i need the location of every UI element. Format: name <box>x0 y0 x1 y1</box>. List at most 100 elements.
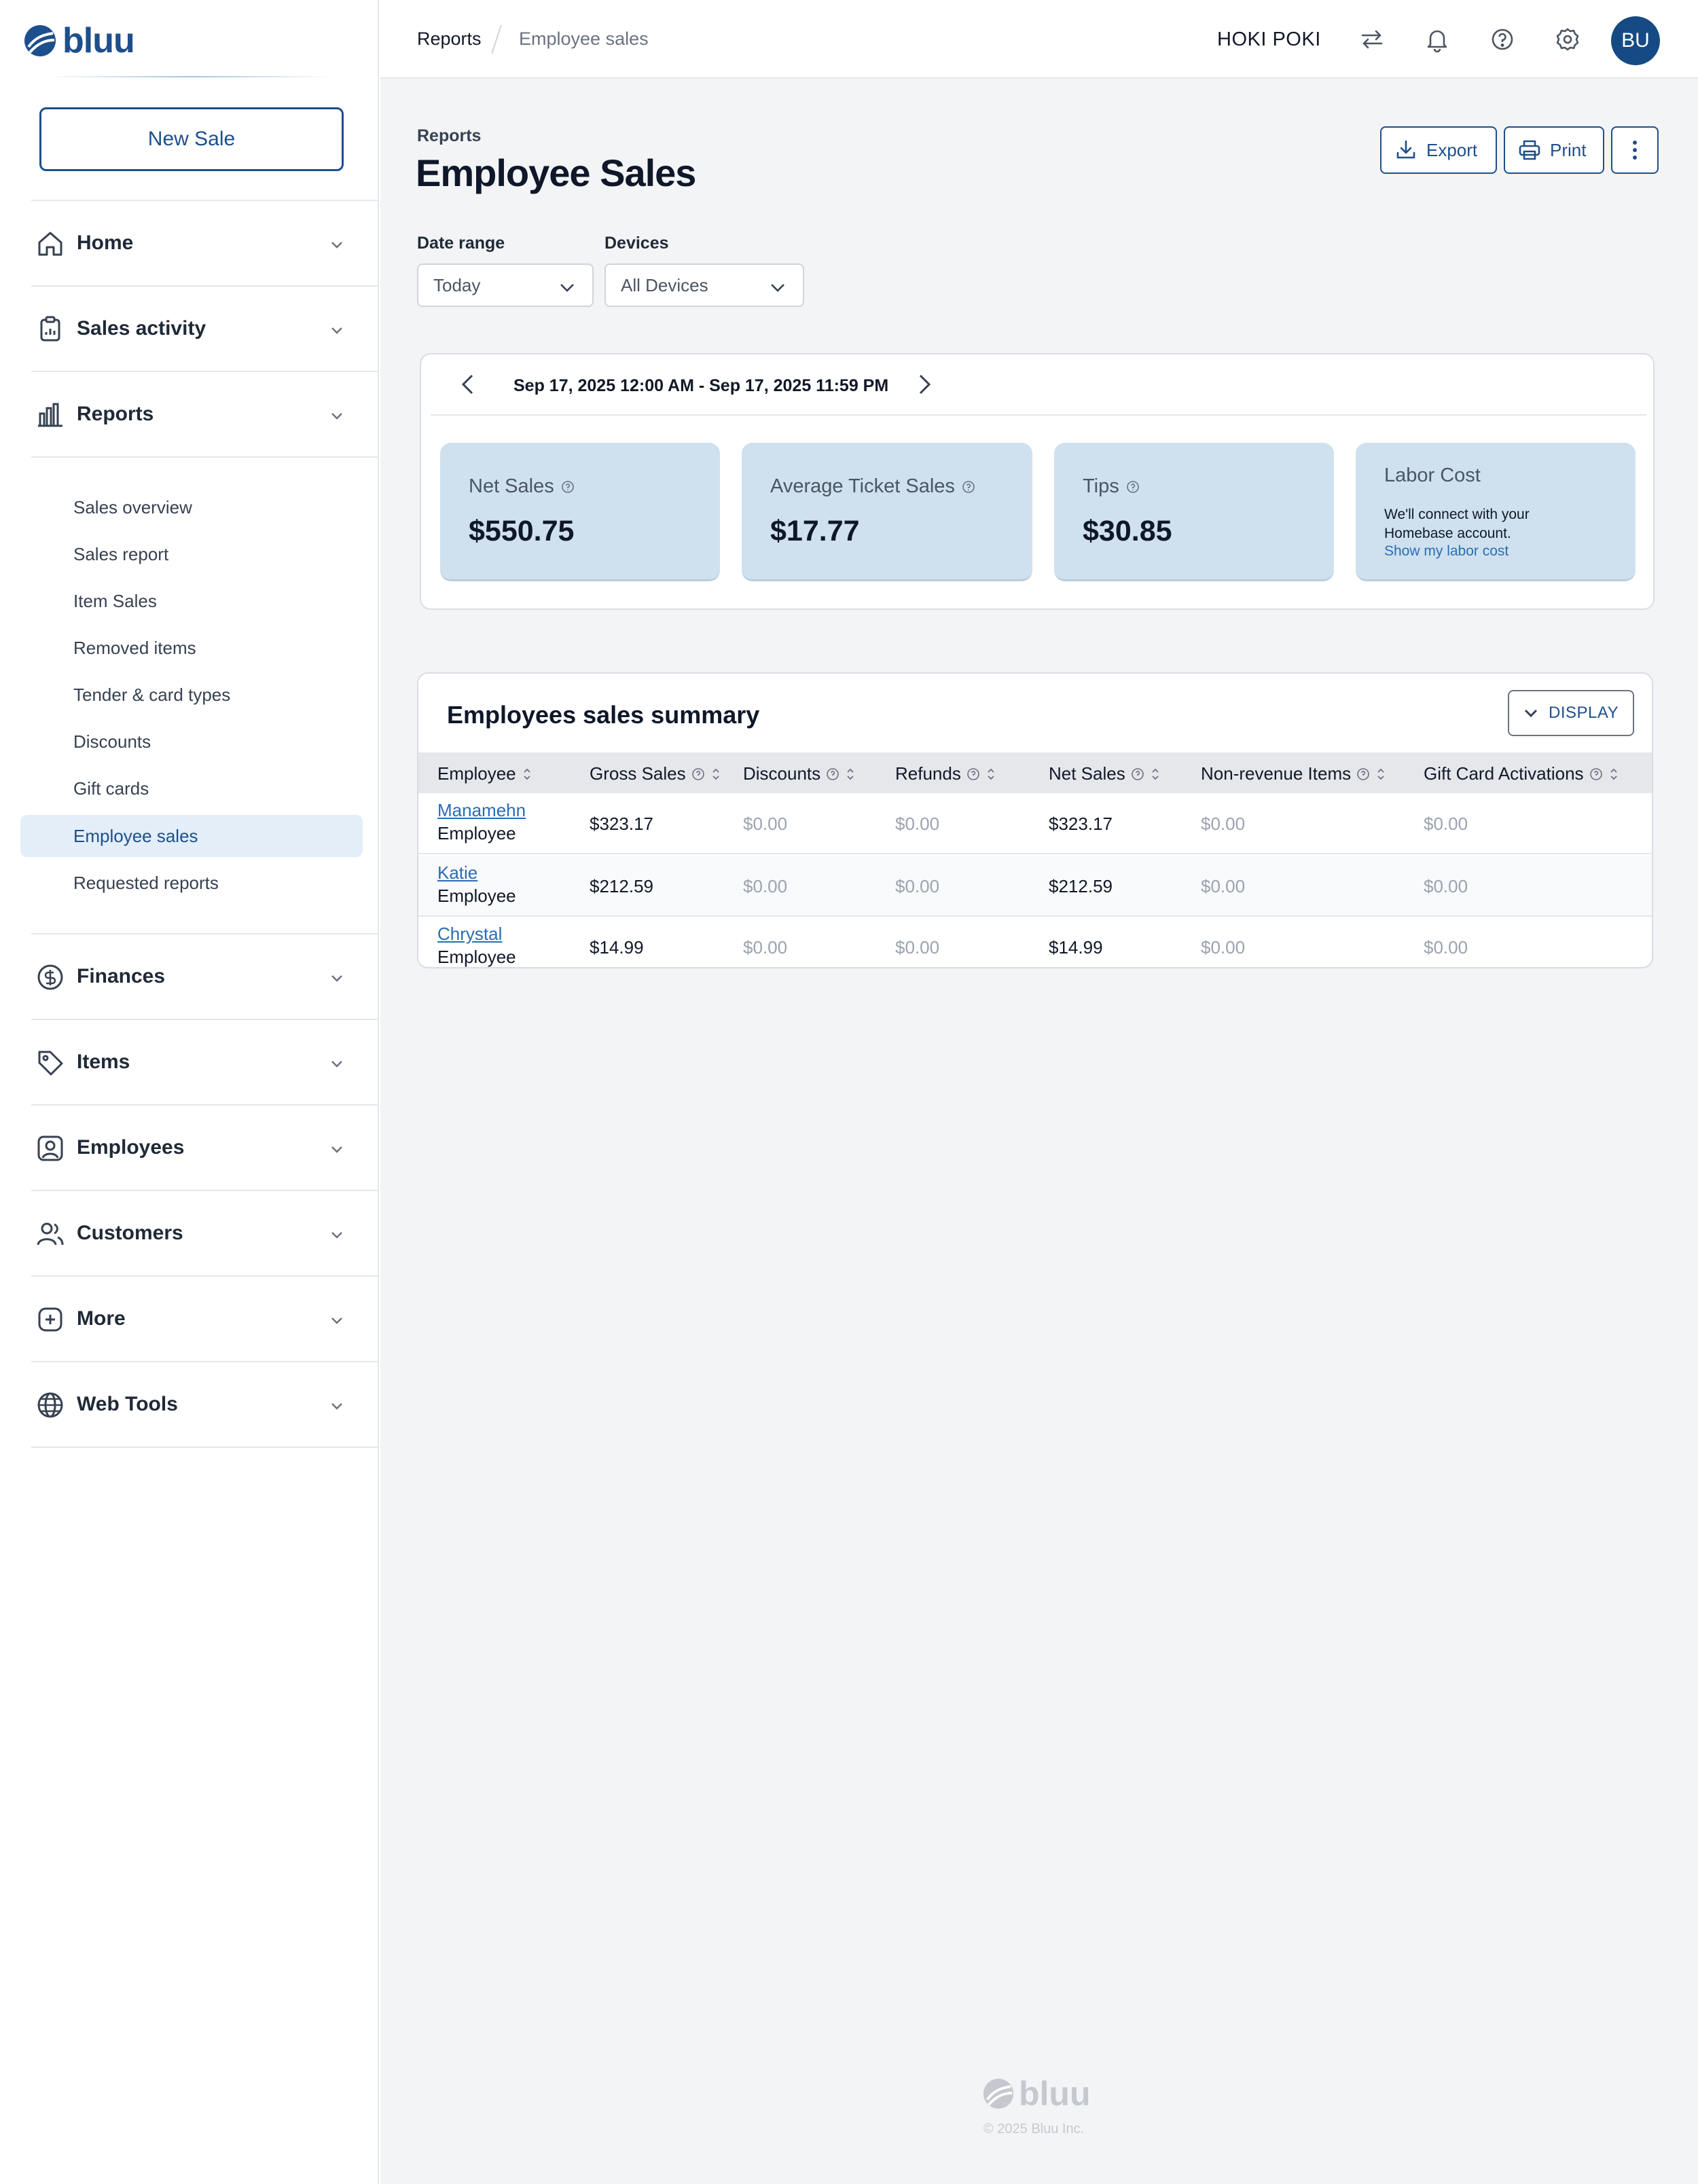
more-options-button[interactable] <box>1611 126 1659 174</box>
show-labor-cost-link[interactable]: Show my labor cost <box>1384 543 1509 560</box>
display-button[interactable]: DISPLAY <box>1508 690 1634 736</box>
cell-refunds: $0.00 <box>895 814 940 834</box>
sidebar-section-label: Web Tools <box>77 1393 178 1415</box>
column-header-gross-sales[interactable]: Gross Sales <box>590 763 721 784</box>
sidebar-item-requested-reports[interactable]: Requested reports <box>20 862 363 904</box>
devices-select[interactable]: All Devices <box>604 263 804 307</box>
cell-non-revenue-items: $0.00 <box>1201 937 1246 958</box>
column-header-employee[interactable]: Employee <box>437 763 532 784</box>
sidebar-section-label: Reports <box>77 403 154 425</box>
info-icon[interactable] <box>561 480 575 494</box>
sidebar-section-items[interactable]: Items <box>31 1019 379 1104</box>
switch-arrows-icon[interactable] <box>1358 26 1386 53</box>
employee-sales-summary-card: Employees sales summary DISPLAY Employee… <box>417 672 1653 968</box>
devices-value: All Devices <box>621 274 708 295</box>
sidebar-section-customers[interactable]: Customers <box>31 1190 379 1275</box>
sidebar-section-finances[interactable]: Finances <box>31 933 379 1019</box>
print-button[interactable]: Print <box>1504 126 1604 174</box>
footer-logo: bluu <box>982 2074 1091 2113</box>
avatar[interactable]: BU <box>1611 16 1660 65</box>
chevron-right-icon[interactable] <box>910 371 937 398</box>
sidebar-section-label: Employees <box>77 1136 185 1159</box>
users-icon <box>35 1219 65 1249</box>
breadcrumb-reports[interactable]: Reports <box>417 29 482 50</box>
labor-cost-text: We'll connect with your Homebase account… <box>1384 507 1530 541</box>
sort-icon <box>847 768 854 780</box>
cell-net-sales: $14.99 <box>1049 937 1103 958</box>
tag-icon <box>35 1048 65 1078</box>
sort-icon <box>1377 768 1384 780</box>
employee-name-link[interactable]: Manamehn <box>437 800 526 821</box>
brand-logo[interactable]: bluu <box>23 20 135 61</box>
info-icon[interactable] <box>962 480 975 494</box>
date-range-display: Sep 17, 2025 12:00 AM - Sep 17, 2025 11:… <box>513 376 889 395</box>
info-icon <box>827 767 839 780</box>
employee-name-link[interactable]: Chrystal <box>437 924 502 945</box>
chevron-left-icon[interactable] <box>455 371 482 398</box>
cell-discounts: $0.00 <box>743 814 788 834</box>
sidebar-item-sales-report[interactable]: Sales report <box>20 533 363 575</box>
sort-icon <box>523 768 530 780</box>
column-header-net-sales[interactable]: Net Sales <box>1049 763 1161 784</box>
info-icon <box>1357 767 1369 780</box>
metric-label-text: Net Sales <box>469 475 554 497</box>
sidebar-section-label: Finances <box>77 965 166 987</box>
settings-icon[interactable] <box>1554 26 1581 53</box>
metric-label-text: Average Ticket Sales <box>770 475 955 497</box>
sort-icon <box>1152 768 1159 780</box>
info-icon <box>967 767 979 780</box>
bell-icon[interactable] <box>1424 26 1451 53</box>
sidebar-section-reports[interactable]: Reports <box>31 371 379 456</box>
chevron-down-icon <box>1523 705 1539 721</box>
sidebar-section-home[interactable]: Home <box>31 200 379 285</box>
clipboard-icon <box>35 314 65 344</box>
chevron-down-icon <box>329 236 345 253</box>
cell-refunds: $0.00 <box>895 937 940 958</box>
help-icon[interactable] <box>1489 26 1516 53</box>
column-header-label: Gross Sales <box>590 763 686 784</box>
cell-net-sales: $212.59 <box>1049 876 1113 896</box>
cell-discounts: $0.00 <box>743 937 788 958</box>
sidebar-item-item-sales[interactable]: Item Sales <box>20 580 363 622</box>
column-header-label: Discounts <box>743 763 821 784</box>
sidebar-item-discounts[interactable]: Discounts <box>20 721 363 763</box>
date-range-select[interactable]: Today <box>417 263 594 307</box>
date-range-value: Today <box>433 274 481 295</box>
column-header-refunds[interactable]: Refunds <box>895 763 996 784</box>
store-name[interactable]: HOKI POKI <box>1217 29 1321 51</box>
info-icon <box>691 767 704 780</box>
sidebar-item-sales-overview[interactable]: Sales overview <box>20 486 363 528</box>
footer-copyright: © 2025 Bluu Inc. <box>983 2122 1085 2136</box>
sidebar-section-more[interactable]: More <box>31 1275 379 1361</box>
column-header-discounts[interactable]: Discounts <box>743 763 856 784</box>
metric-value: $550.75 <box>469 515 575 547</box>
summary-title: Employees sales summary <box>447 701 760 729</box>
employee-name-link[interactable]: Katie <box>437 862 477 884</box>
chevron-down-icon <box>558 278 576 296</box>
kebab-menu-icon <box>1632 139 1638 161</box>
main-content: Reports Employee Sales Export Print Date… <box>380 79 1698 2184</box>
new-sale-button[interactable]: New Sale <box>39 107 344 171</box>
column-header-gift-card-activations[interactable]: Gift Card Activations <box>1424 763 1619 784</box>
cell-gift-card-activations: $0.00 <box>1424 937 1468 958</box>
sidebar-item-tender-card-types[interactable]: Tender & card types <box>20 674 363 716</box>
sidebar-section-label: Items <box>77 1051 130 1073</box>
sidebar-section-web-tools[interactable]: Web Tools <box>31 1361 379 1446</box>
sidebar-section-employees[interactable]: Employees <box>31 1104 379 1190</box>
sidebar-item-gift-cards[interactable]: Gift cards <box>20 767 363 809</box>
metric-average-ticket-sales: Average Ticket Sales $17.77 <box>742 443 1032 581</box>
export-button[interactable]: Export <box>1380 126 1497 174</box>
cell-refunds: $0.00 <box>895 876 940 896</box>
column-header-non-revenue-items[interactable]: Non-revenue Items <box>1201 763 1386 784</box>
divider <box>431 414 1646 416</box>
page-kicker: Reports <box>417 126 482 145</box>
sidebar-item-employee-sales[interactable]: Employee sales <box>20 815 363 857</box>
sidebar-item-removed-items[interactable]: Removed items <box>20 627 363 669</box>
sort-icon <box>1610 768 1617 780</box>
metric-labor-cost: Labor Cost We'll connect with your Homeb… <box>1356 443 1636 581</box>
display-label: DISPLAY <box>1549 704 1619 722</box>
table-header: Employee Gross Sales Discounts Refunds N… <box>418 752 1652 793</box>
sidebar-section-sales-activity[interactable]: Sales activity <box>31 285 379 371</box>
info-icon[interactable] <box>1126 480 1140 494</box>
employee-role: Employee <box>437 886 516 906</box>
